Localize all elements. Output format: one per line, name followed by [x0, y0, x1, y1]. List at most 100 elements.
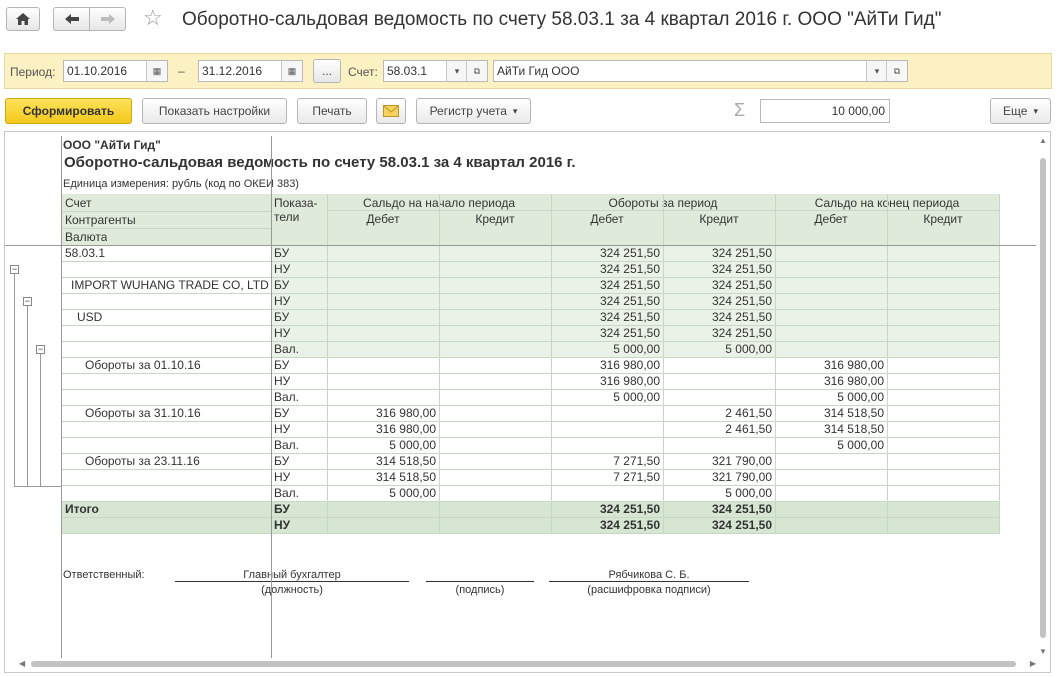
report-title: Оборотно-сальдовая ведомость по счету 58… — [64, 154, 576, 171]
row-value: 324 251,50 — [599, 246, 660, 260]
favorite-star-icon[interactable]: ☆ — [143, 6, 163, 30]
back-button[interactable] — [53, 7, 90, 31]
row-value: 324 251,50 — [599, 310, 660, 324]
row-value: 324 251,50 — [711, 326, 772, 340]
row-value: 324 251,50 — [599, 502, 660, 516]
header-line — [327, 210, 999, 211]
period-select-button[interactable]: ... — [313, 59, 341, 83]
open-icon[interactable]: ⧉ — [466, 61, 487, 81]
total-row-bg — [62, 518, 999, 534]
row-indicator: БУ — [274, 406, 290, 420]
generate-button[interactable]: Сформировать — [5, 98, 132, 124]
row-indicator: Вал. — [274, 438, 300, 452]
collapse-icon[interactable]: − — [36, 345, 45, 354]
open-icon[interactable]: ⧉ — [886, 61, 907, 81]
sign-line — [426, 581, 534, 582]
row-value: 5 000,00 — [837, 390, 884, 404]
row-value: 324 251,50 — [599, 278, 660, 292]
freeze-line-vertical — [271, 136, 272, 658]
scroll-down-icon[interactable]: ▼ — [1039, 647, 1047, 656]
envelope-icon — [383, 105, 399, 117]
scroll-up-icon[interactable]: ▲ — [1039, 136, 1047, 145]
row-value: 5 000,00 — [613, 342, 660, 356]
scroll-thumb-horizontal[interactable] — [31, 661, 1016, 667]
date-from-field[interactable]: 01.10.2016 ▦ — [63, 60, 168, 82]
row-line — [62, 453, 999, 454]
header-currency: Валюта — [65, 230, 108, 244]
row-label: Обороты за 01.10.16 — [85, 358, 201, 372]
horizontal-scrollbar[interactable]: ◀ ▶ — [19, 659, 1036, 669]
register-dropdown[interactable]: Регистр учета ▾ — [416, 98, 531, 124]
row-indicator: Вал. — [274, 390, 300, 404]
header-indicators-2: тели — [274, 210, 300, 224]
name-line — [549, 581, 749, 582]
header-counterparties: Контрагенты — [65, 213, 136, 227]
date-to-field[interactable]: 31.12.2016 ▦ — [198, 60, 303, 82]
row-value: 2 461,50 — [725, 422, 772, 436]
header-opening-credit: Кредит — [475, 212, 515, 226]
sum-icon: Σ — [734, 100, 746, 120]
period-label: Период: — [10, 65, 56, 79]
total-row-bg — [62, 502, 999, 518]
row-value: 324 251,50 — [711, 518, 772, 532]
row-indicator: НУ — [274, 470, 291, 484]
organization-field[interactable]: АйТи Гид ООО ▾ ⧉ — [493, 60, 908, 82]
vertical-scrollbar[interactable]: ▲ ▼ — [1038, 136, 1048, 656]
freeze-line-horizontal — [5, 245, 1036, 246]
row-value: 314 518,50 — [823, 422, 884, 436]
home-button[interactable] — [6, 7, 40, 31]
report-spreadsheet[interactable]: ООО "АйТи Гид" Оборотно-сальдовая ведомо… — [4, 131, 1051, 673]
row-value: 2 461,50 — [725, 406, 772, 420]
collapse-icon[interactable]: − — [23, 297, 32, 306]
row-label: Обороты за 31.10.16 — [85, 406, 201, 420]
row-value: 316 980,00 — [375, 406, 436, 420]
calendar-icon[interactable]: ▦ — [281, 61, 302, 81]
row-indicator: НУ — [274, 374, 291, 388]
period-dash: – — [178, 64, 185, 78]
forward-button[interactable] — [89, 7, 126, 31]
date-from-value: 01.10.2016 — [67, 64, 128, 78]
filter-bar: Период: 01.10.2016 ▦ – 31.12.2016 ▦ ... … — [4, 53, 1052, 89]
date-to-value: 31.12.2016 — [202, 64, 263, 78]
dropdown-icon[interactable]: ▾ — [866, 61, 887, 81]
row-value: 7 271,50 — [613, 454, 660, 468]
collapse-icon[interactable]: − — [10, 265, 19, 274]
row-value: 324 251,50 — [599, 326, 660, 340]
scroll-left-icon[interactable]: ◀ — [19, 659, 25, 668]
tree-line — [14, 270, 15, 486]
freeze-line-vertical — [61, 136, 62, 658]
more-label: Еще — [1003, 104, 1028, 118]
scroll-right-icon[interactable]: ▶ — [1030, 659, 1036, 668]
row-value: 314 518,50 — [375, 454, 436, 468]
row-indicator: НУ — [274, 294, 291, 308]
header-closing-credit: Кредит — [923, 212, 963, 226]
more-button[interactable]: Еще ▾ — [990, 98, 1051, 124]
send-email-button[interactable] — [376, 98, 406, 124]
report-org: ООО "АйТи Гид" — [63, 138, 161, 152]
row-line — [62, 533, 999, 534]
row-value: 314 518,50 — [375, 470, 436, 484]
header-turnover-debit: Дебет — [590, 212, 624, 226]
row-value: 314 518,50 — [823, 406, 884, 420]
show-settings-button[interactable]: Показать настройки — [142, 98, 287, 124]
row-value: 324 251,50 — [711, 310, 772, 324]
scroll-thumb-vertical[interactable] — [1040, 158, 1046, 638]
print-button[interactable]: Печать — [297, 98, 367, 124]
row-value: 324 251,50 — [599, 294, 660, 308]
tree-line — [40, 350, 41, 486]
row-indicator: БУ — [274, 310, 290, 324]
dropdown-icon[interactable]: ▾ — [446, 61, 467, 81]
row-value: 316 980,00 — [599, 374, 660, 388]
row-value: 5 000,00 — [725, 486, 772, 500]
calendar-icon[interactable]: ▦ — [146, 61, 167, 81]
row-label: IMPORT WUHANG TRADE CO, LTD — [71, 278, 269, 292]
row-line — [62, 469, 999, 470]
organization-value: АйТи Гид ООО — [497, 64, 580, 78]
row-indicator: НУ — [274, 326, 291, 340]
header-account: Счет — [65, 196, 92, 210]
row-indicator: БУ — [274, 502, 290, 516]
header-closing-debit: Дебет — [814, 212, 848, 226]
row-value: 321 790,00 — [711, 454, 772, 468]
tree-line — [14, 486, 62, 487]
account-field[interactable]: 58.03.1 ▾ ⧉ — [383, 60, 488, 82]
